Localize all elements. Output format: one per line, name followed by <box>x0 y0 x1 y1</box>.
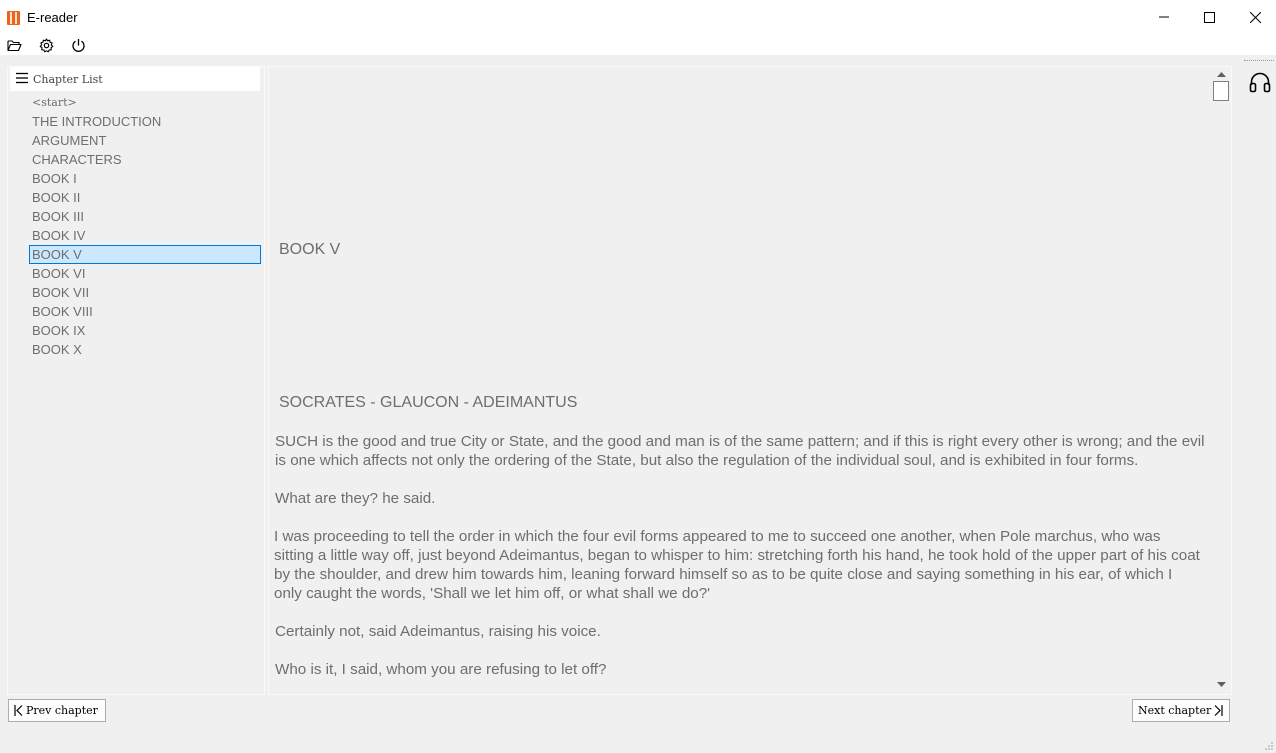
paragraph: What are they? he said. <box>275 490 436 507</box>
hamburger-menu-icon[interactable] <box>16 72 28 84</box>
chapter-item-book-6[interactable]: BOOK VI <box>8 264 264 283</box>
chapter-item-book-8[interactable]: BOOK VIII <box>8 302 264 321</box>
gear-icon <box>39 37 53 52</box>
close-icon <box>1249 11 1261 23</box>
prev-chapter-label: Prev chapter <box>26 704 98 717</box>
maximize-icon <box>1203 11 1215 23</box>
chapter-item-book-2[interactable]: BOOK II <box>8 188 264 207</box>
chapter-item-argument[interactable]: ARGUMENT <box>8 131 264 150</box>
paragraph: SUCH is the good and true City or State,… <box>275 433 1205 469</box>
chapter-item-book-4[interactable]: BOOK IV <box>8 226 264 245</box>
chapter-item-book-1[interactable]: BOOK I <box>8 169 264 188</box>
minimize-icon <box>1159 16 1169 18</box>
chapter-heading: BOOK V <box>279 241 341 258</box>
dock-grip[interactable] <box>1244 60 1274 63</box>
reading-pane[interactable]: BOOK V SOCRATES - GLAUCON - ADEIMANTUS S… <box>268 66 1232 695</box>
open-file-button[interactable] <box>5 36 23 54</box>
next-chapter-button[interactable]: Next chapter <box>1132 699 1230 722</box>
paragraph: Certainly not, said Adeimantus, raising … <box>275 623 601 640</box>
chapter-item-book-10[interactable]: BOOK X <box>8 340 264 359</box>
status-bar <box>0 728 1276 753</box>
skip-back-icon <box>14 705 23 716</box>
arrow-up-icon <box>1217 71 1226 77</box>
chapter-item-characters[interactable]: CHARACTERS <box>8 150 264 169</box>
power-button[interactable] <box>69 36 87 54</box>
scroll-thumb[interactable] <box>1213 81 1229 101</box>
side-tools-strip <box>1240 58 1276 728</box>
window-title: E-reader <box>27 10 78 25</box>
skip-forward-icon <box>1214 705 1223 716</box>
close-button[interactable] <box>1232 0 1276 34</box>
maximize-button[interactable] <box>1186 0 1232 34</box>
settings-button[interactable] <box>37 36 55 54</box>
next-chapter-label: Next chapter <box>1138 704 1212 717</box>
paragraph: I was proceeding to tell the order in wh… <box>274 528 1200 602</box>
scroll-up-button[interactable] <box>1213 67 1230 81</box>
power-icon <box>71 38 85 52</box>
title-bar[interactable]: E-reader <box>0 0 1276 34</box>
ereader-window: E-reader Chapter List <start> THE INTROD… <box>0 0 1276 753</box>
chapter-list-header[interactable]: Chapter List <box>10 67 260 91</box>
chapter-list-title: Chapter List <box>33 73 103 86</box>
speakers-heading: SOCRATES - GLAUCON - ADEIMANTUS <box>279 394 578 411</box>
arrow-down-icon <box>1217 681 1226 687</box>
resize-grip-icon[interactable] <box>1264 741 1274 751</box>
scroll-down-button[interactable] <box>1213 677 1230 691</box>
folder-open-icon <box>6 39 22 51</box>
chapter-item-book-5[interactable]: BOOK V <box>8 245 264 264</box>
chapter-item-book-7[interactable]: BOOK VII <box>8 283 264 302</box>
prev-chapter-button[interactable]: Prev chapter <box>8 699 106 722</box>
headphones-icon[interactable] <box>1248 70 1272 94</box>
minimize-button[interactable] <box>1141 0 1187 34</box>
chapter-list: <start> THE INTRODUCTION ARGUMENT CHARAC… <box>8 93 264 359</box>
reading-content[interactable]: BOOK V SOCRATES - GLAUCON - ADEIMANTUS S… <box>269 67 1212 694</box>
chapter-item-start[interactable]: <start> <box>8 93 264 112</box>
chapter-list-panel: Chapter List <start> THE INTRODUCTION AR… <box>7 66 265 695</box>
vertical-scrollbar[interactable] <box>1213 67 1230 694</box>
chapter-item-book-9[interactable]: BOOK IX <box>8 321 264 340</box>
book-app-icon <box>7 11 20 25</box>
paragraph: Who is it, I said, whom you are refusing… <box>275 661 607 678</box>
chapter-item-introduction[interactable]: THE INTRODUCTION <box>8 112 264 131</box>
toolbar <box>0 34 1276 55</box>
chapter-item-book-3[interactable]: BOOK III <box>8 207 264 226</box>
